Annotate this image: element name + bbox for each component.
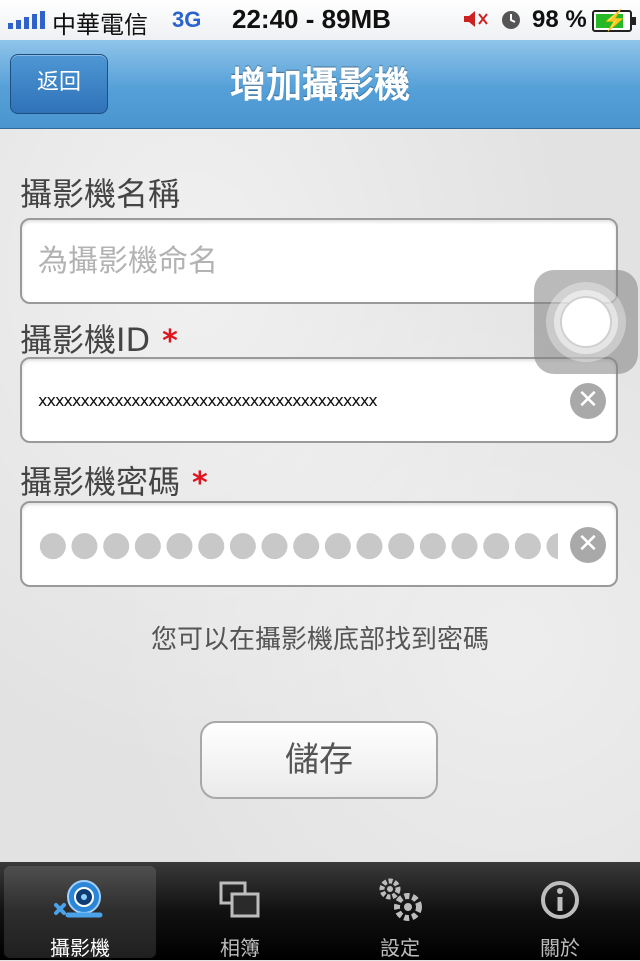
camera-id-label: 攝影機ID * <box>20 321 178 359</box>
signal-icon <box>8 11 45 29</box>
carrier-name: 中華電信 <box>52 12 148 39</box>
alarm-clock-icon <box>500 9 522 38</box>
page-title: 增加攝影機 <box>229 65 410 106</box>
save-button[interactable]: 儲存 <box>200 721 438 799</box>
tab-label: 相簿 <box>220 936 260 960</box>
required-mark: * <box>162 324 178 359</box>
clear-icon[interactable]: ✕ <box>570 527 606 563</box>
tab-settings[interactable]: 設定 <box>324 866 476 960</box>
battery-charging-icon: ⚡ <box>592 10 636 32</box>
tab-camera[interactable]: 攝影機 <box>4 866 156 960</box>
tab-label: 設定 <box>380 936 420 960</box>
camera-name-field[interactable] <box>20 218 618 304</box>
tab-album[interactable]: 相簿 <box>164 866 316 960</box>
gears-icon <box>324 874 476 926</box>
network-type: 3G <box>172 7 202 32</box>
camera-password-label: 攝影機密碼 * <box>20 463 208 501</box>
camera-password-field[interactable]: ✕ <box>20 501 618 587</box>
tab-label: 攝影機 <box>50 936 110 960</box>
time-memory: 22:40 - 89MB <box>232 4 391 34</box>
camera-icon <box>4 874 156 926</box>
battery-percentage: 98 % <box>532 6 587 33</box>
tab-bar: 攝影機 相簿 設定 關於 <box>0 862 640 960</box>
clear-icon[interactable]: ✕ <box>570 383 606 419</box>
camera-name-label: 攝影機名稱 <box>20 175 181 213</box>
tab-about[interactable]: 關於 <box>484 866 636 960</box>
camera-password-input[interactable] <box>38 503 558 585</box>
status-bar: 中華電信 3G 22:40 - 89MB 98 % ⚡ <box>0 0 640 40</box>
camera-id-field[interactable]: ✕ <box>20 357 618 443</box>
camera-name-input[interactable] <box>38 220 558 302</box>
album-icon <box>164 874 316 926</box>
navigation-bar: 返回 增加攝影機 <box>0 40 640 129</box>
assistive-touch-button[interactable] <box>534 270 638 374</box>
add-camera-form: 攝影機名稱 攝影機ID* ✕ 攝影機密碼* ✕ 您可以在攝影機底部找到密碼 儲存 <box>0 129 640 862</box>
password-hint: 您可以在攝影機底部找到密碼 <box>150 625 489 655</box>
camera-id-input[interactable] <box>38 359 558 441</box>
tab-label: 關於 <box>540 936 580 960</box>
required-mark: * <box>192 466 208 501</box>
info-icon <box>484 874 636 926</box>
mute-icon <box>462 8 490 37</box>
